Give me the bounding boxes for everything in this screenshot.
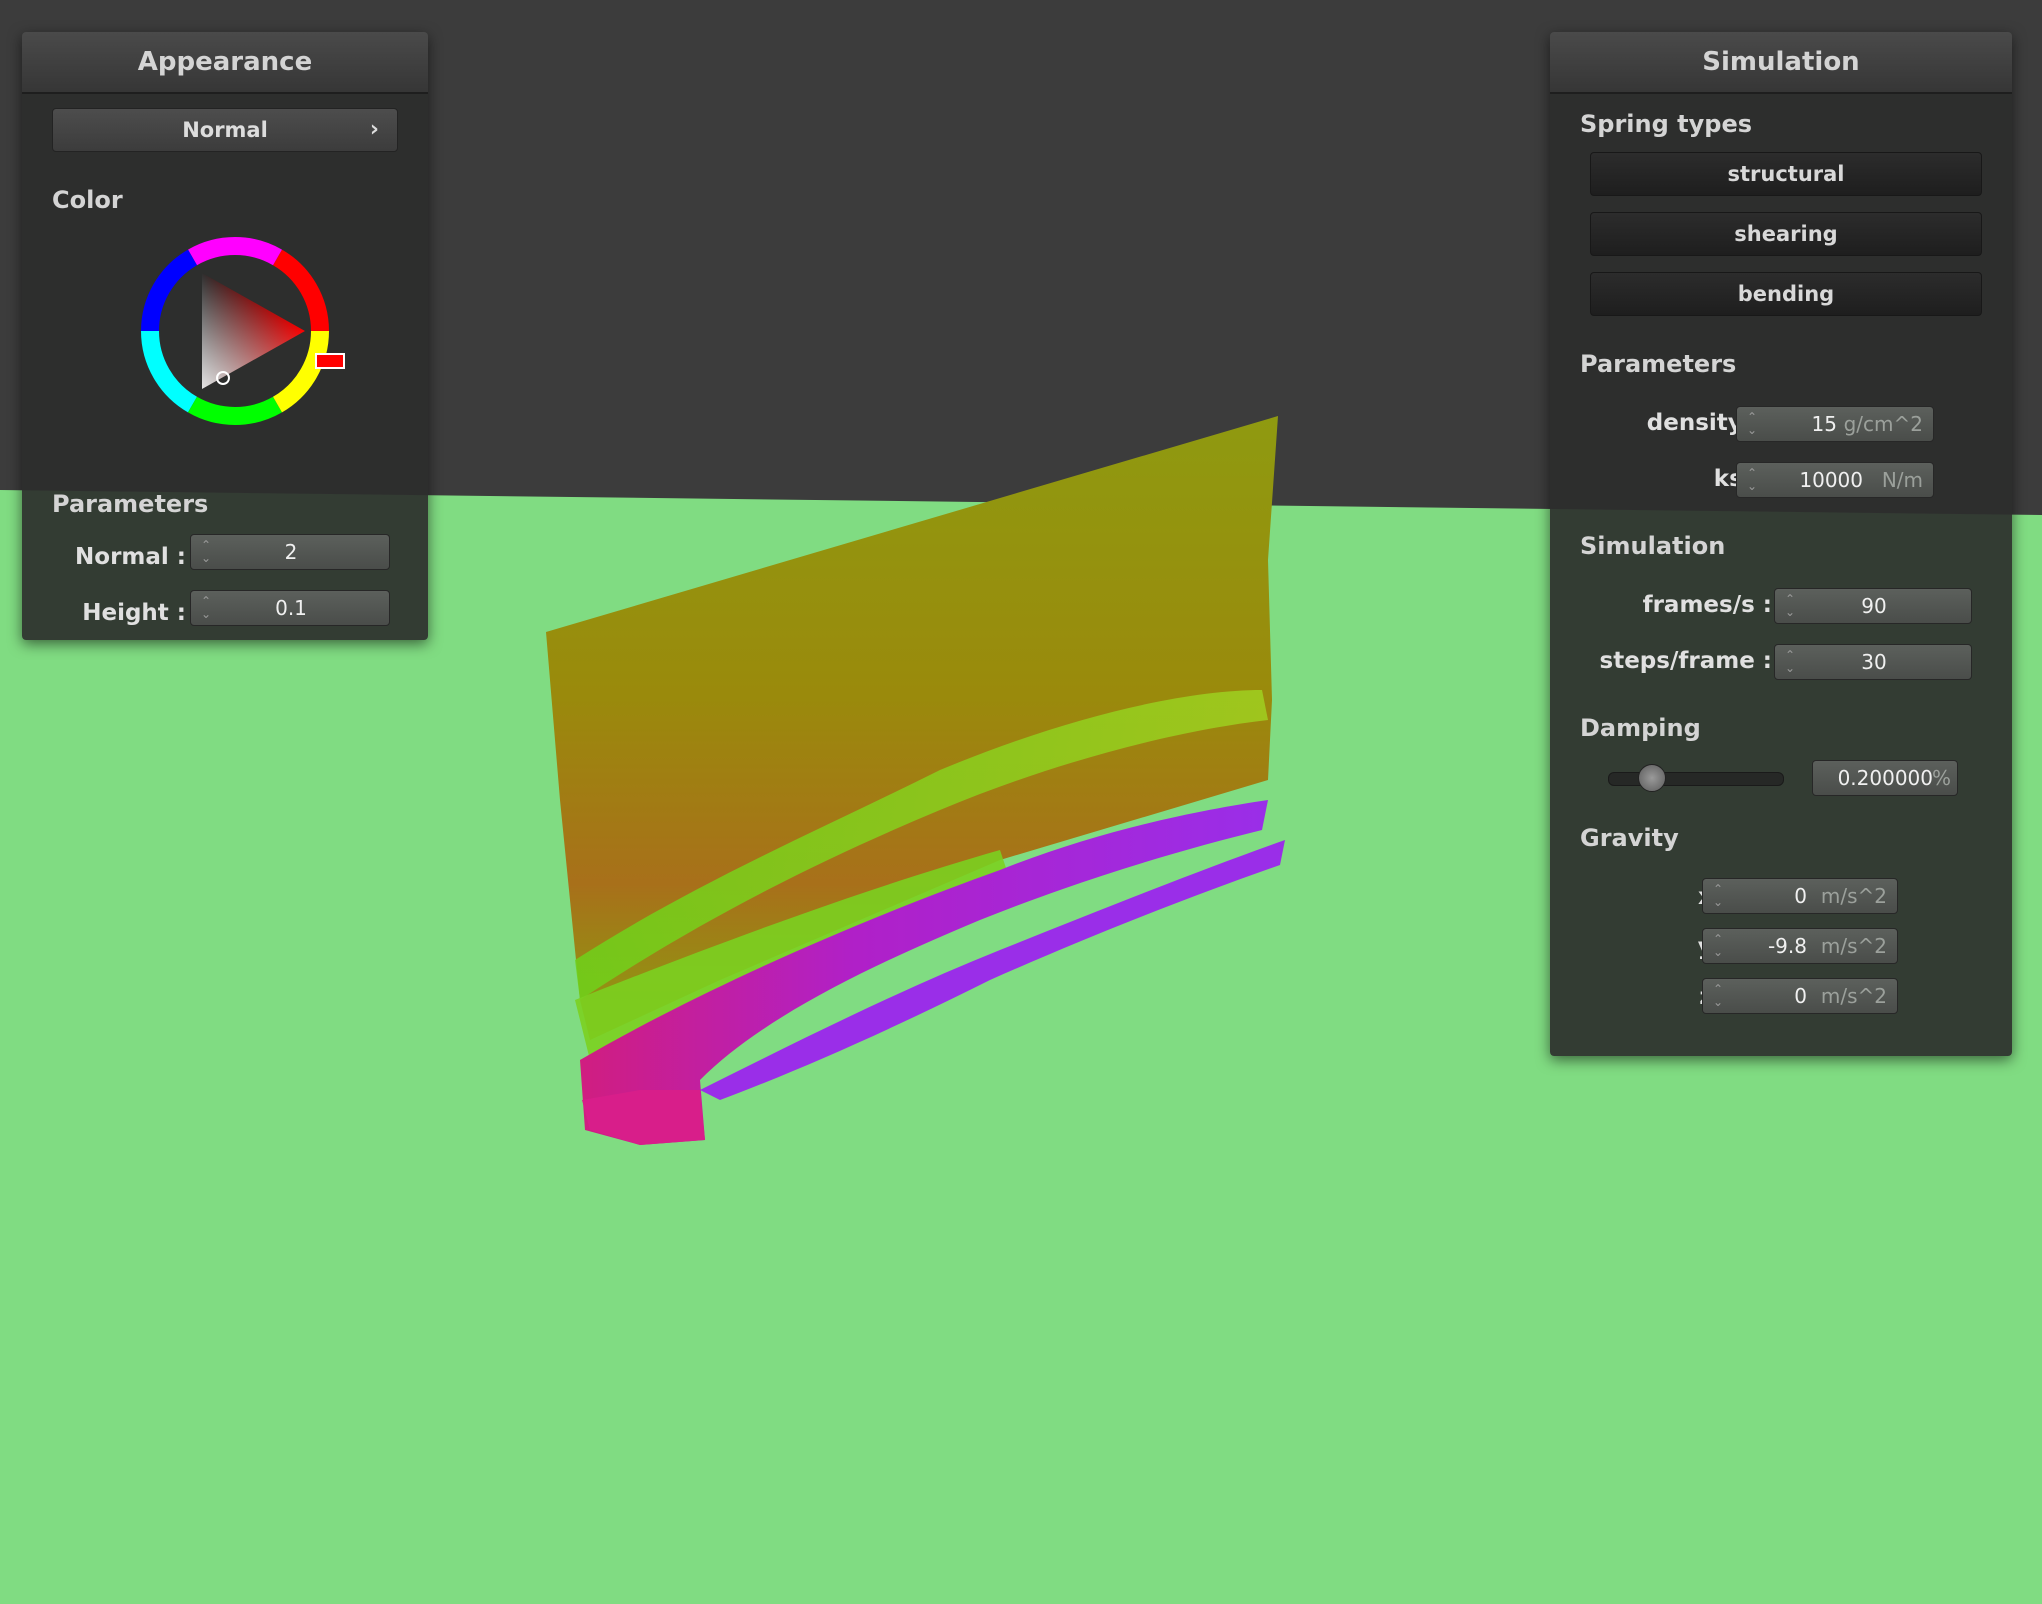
normal-value: 2 (284, 540, 298, 564)
color-wheel[interactable] (140, 236, 350, 446)
density-label: density : (1646, 410, 1760, 436)
gravity-y-stepper[interactable]: ⌃ ⌄ -9.8 m/s^2 (1702, 928, 1898, 964)
ks-value: 10000 (1799, 468, 1863, 492)
stepper-arrows-icon[interactable]: ⌃ ⌄ (1711, 983, 1725, 1011)
appearance-title: Appearance (22, 32, 428, 94)
sim-parameters-label: Parameters (1580, 350, 1737, 378)
steps-stepper[interactable]: ⌃ ⌄ 30 (1774, 644, 1972, 680)
simulation-panel: Simulation Spring types structural shear… (1550, 32, 2012, 1056)
gravity-x-value: 0 (1794, 884, 1807, 908)
damping-label: Damping (1580, 714, 1701, 742)
simulation-section-label: Simulation (1580, 532, 1726, 560)
gravity-x-stepper[interactable]: ⌃ ⌄ 0 m/s^2 (1702, 878, 1898, 914)
shader-select-label: Normal (182, 118, 268, 142)
gravity-label: Gravity (1580, 824, 1679, 852)
damping-field[interactable]: 0.200000 % (1812, 760, 1958, 796)
shearing-button[interactable]: shearing (1590, 212, 1982, 256)
bending-button[interactable]: bending (1590, 272, 1982, 316)
gravity-x-unit: m/s^2 (1820, 884, 1887, 908)
fps-label: frames/s : (1642, 592, 1772, 618)
stepper-arrows-icon[interactable]: ⌃ ⌄ (1711, 883, 1725, 911)
height-stepper[interactable]: ⌃ ⌄ 0.1 (190, 590, 390, 626)
gravity-z-unit: m/s^2 (1820, 984, 1887, 1008)
height-label: Height : (82, 600, 186, 626)
spring-types-label: Spring types (1580, 110, 1753, 138)
ks-unit: N/m (1881, 468, 1923, 492)
ks-label: ks : (1713, 466, 1760, 492)
normal-stepper[interactable]: ⌃ ⌄ 2 (190, 534, 390, 570)
hue-selector-handle[interactable] (315, 353, 345, 369)
density-value: 15 (1811, 412, 1837, 436)
fps-value: 90 (1861, 594, 1887, 618)
height-value: 0.1 (275, 596, 307, 620)
structural-button[interactable]: structural (1590, 152, 1982, 196)
color-label: Color (52, 186, 123, 214)
damping-slider-handle[interactable] (1637, 764, 1666, 792)
steps-value: 30 (1861, 650, 1887, 674)
simulation-title: Simulation (1550, 32, 2012, 94)
stepper-arrows-icon[interactable]: ⌃ ⌄ (1711, 933, 1725, 961)
density-unit: g/cm^2 (1843, 412, 1923, 436)
ks-stepper[interactable]: ⌃ ⌄ 10000 N/m (1736, 462, 1934, 498)
fps-stepper[interactable]: ⌃ ⌄ 90 (1774, 588, 1972, 624)
stepper-arrows-icon[interactable]: ⌃ ⌄ (1745, 467, 1759, 495)
density-stepper[interactable]: ⌃ ⌄ 15 g/cm^2 (1736, 406, 1934, 442)
gravity-z-value: 0 (1794, 984, 1807, 1008)
steps-label: steps/frame : (1599, 648, 1772, 674)
stepper-arrows-icon[interactable]: ⌃ ⌄ (1745, 411, 1759, 439)
damping-value: 0.200000 (1837, 766, 1933, 790)
damping-unit: % (1931, 766, 1951, 790)
damping-slider-track[interactable] (1608, 772, 1784, 786)
appearance-parameters-label: Parameters (52, 490, 209, 518)
shader-select-button[interactable]: Normal › (52, 108, 398, 152)
gravity-z-stepper[interactable]: ⌃ ⌄ 0 m/s^2 (1702, 978, 1898, 1014)
gravity-y-value: -9.8 (1767, 934, 1807, 958)
appearance-panel: Appearance Normal › Color Parameters Nor… (22, 32, 428, 640)
normal-label: Normal : (75, 544, 186, 570)
chevron-right-icon: › (369, 117, 379, 142)
gravity-y-unit: m/s^2 (1820, 934, 1887, 958)
